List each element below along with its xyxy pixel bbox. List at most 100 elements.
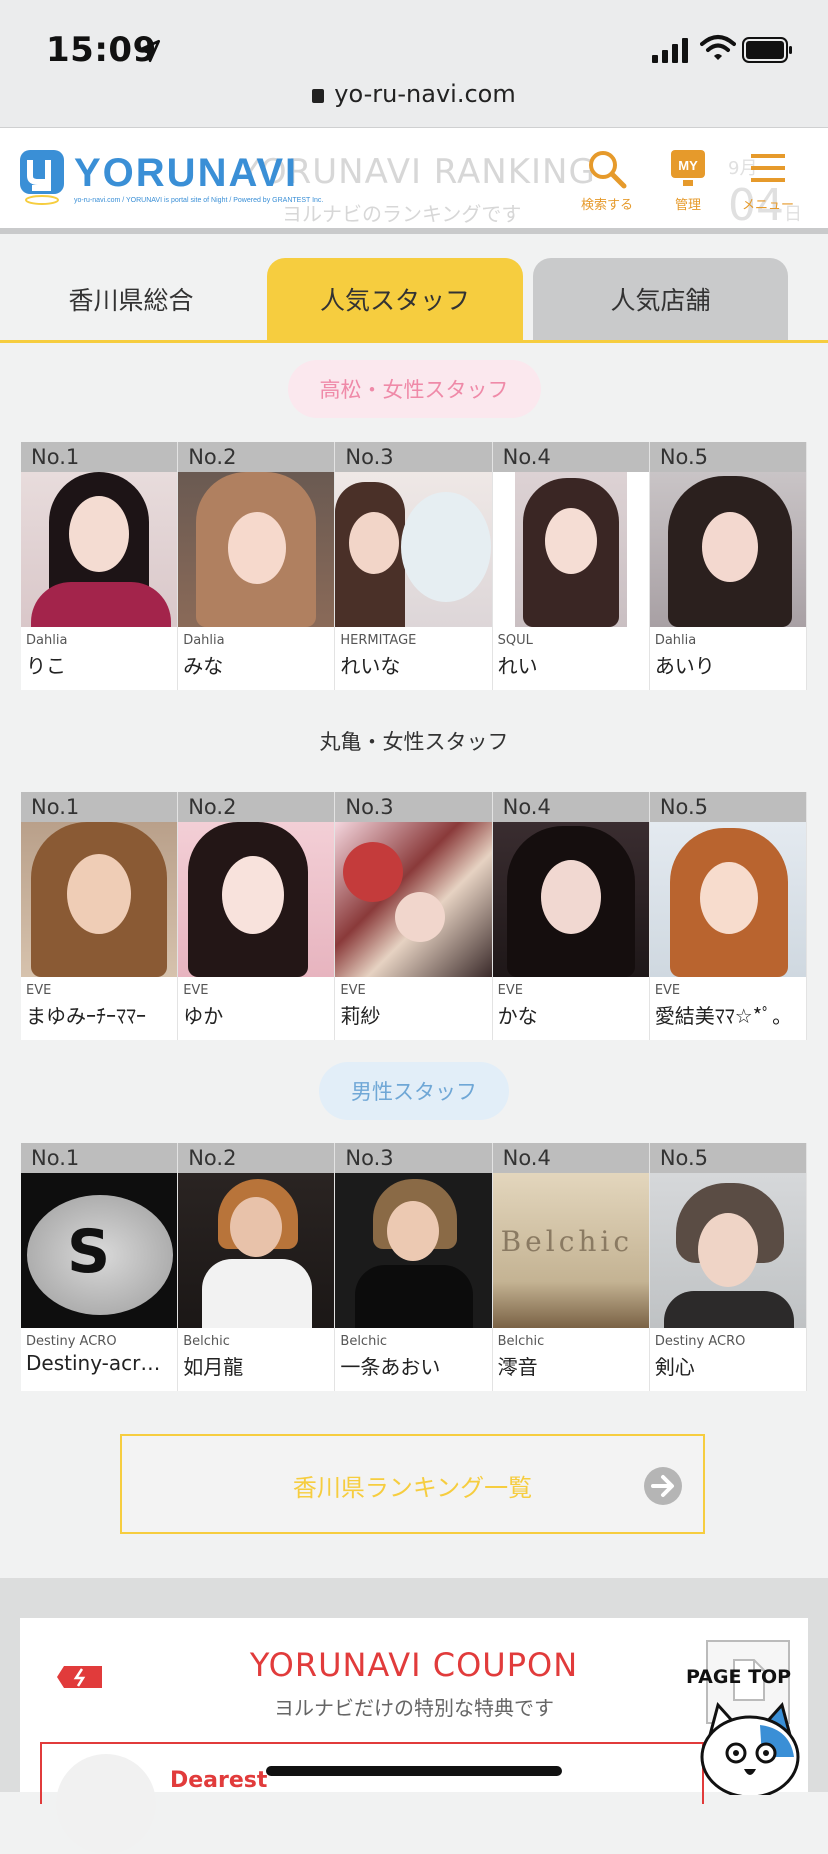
shop-name: SQUL [497, 633, 533, 648]
staff-name: 如月龍 [183, 1355, 244, 1379]
ranking-tabs: 香川県総合 人気スタッフ 人気店舗 [0, 258, 828, 343]
rank-label: No.1 [21, 792, 178, 822]
yorunavi-logo[interactable]: YORUNAVI yo-ru-navi.com / YORUNAVI is po… [18, 146, 363, 206]
staff-photo [178, 472, 335, 627]
staff-photo [335, 1173, 492, 1328]
staff-card[interactable]: No.2 Belchic 如月龍 [178, 1143, 336, 1391]
staff-photo [649, 1173, 807, 1328]
section-title-takamatsu: 高松・女性スタッフ [0, 360, 828, 418]
manage-button[interactable]: MY 管理 [653, 148, 723, 213]
menu-button-label: メニュー [741, 198, 794, 213]
menu-button[interactable]: メニュー [733, 148, 803, 213]
address-bar[interactable]: yo-ru-navi.com [0, 80, 828, 108]
wifi-icon [700, 35, 736, 60]
staff-name: りこ [26, 654, 66, 678]
staff-photo [492, 822, 649, 977]
tab-popular-shops[interactable]: 人気店舗 [533, 258, 788, 340]
staff-name: 一条あおい [340, 1355, 441, 1379]
cellular-signal-icon [652, 38, 688, 63]
rank-label: No.5 [649, 792, 807, 822]
staff-name: 愛結美ﾏﾏ☆*ﾟ。 [654, 1004, 793, 1028]
staff-card[interactable]: No.3 EVE 莉紗 [335, 792, 493, 1040]
kagawa-ranking-list-button[interactable]: 香川県ランキング一覧 [120, 1434, 705, 1534]
search-button[interactable]: 検索する [572, 148, 642, 213]
tab-popular-staff[interactable]: 人気スタッフ [267, 258, 523, 340]
shop-name: EVE [26, 983, 52, 998]
staff-photo: Belchic [492, 1173, 649, 1328]
section-title-marugame: 丸亀・女性スタッフ [0, 712, 828, 770]
staff-name: れいな [340, 654, 401, 678]
staff-photo [649, 472, 807, 627]
shop-name: EVE [497, 983, 523, 998]
staff-card[interactable]: No.3 Belchic 一条あおい [335, 1143, 493, 1391]
staff-name: みな [183, 654, 224, 678]
section-title-male-staff-text: 男性スタッフ [319, 1062, 509, 1120]
staff-name: 剣心 [654, 1355, 695, 1379]
tab-kagawa-overall[interactable]: 香川県総合 [0, 258, 262, 340]
rank-label: No.4 [492, 442, 649, 472]
lock-icon [312, 89, 325, 103]
staff-card[interactable]: No.1 Dahlia りこ [21, 442, 179, 690]
shop-name: Destiny ACRO [654, 1334, 746, 1349]
staff-card[interactable]: No.2 EVE ゆか [178, 792, 336, 1040]
staff-name: かな [497, 1004, 538, 1028]
search-button-label: 検索する [580, 198, 633, 213]
staff-photo [178, 1173, 335, 1328]
staff-photo [335, 472, 492, 627]
staff-card[interactable]: No.4 Belchic Belchic 澪音 [492, 1143, 650, 1391]
staff-card[interactable]: No.5 Dahlia あいり [649, 442, 808, 690]
my-badge-text: MY [678, 158, 698, 173]
shop-name: Destiny ACRO [26, 1334, 117, 1349]
staff-photo [649, 822, 807, 977]
shop-name: Dahlia [26, 633, 68, 648]
coupon-shop-avatar [56, 1754, 156, 1854]
cap-letter: S [67, 1217, 111, 1287]
rank-label: No.3 [335, 1143, 492, 1173]
staff-photo [178, 822, 335, 977]
shop-name: Dahlia [654, 633, 697, 648]
shop-name: Belchic [497, 1334, 545, 1349]
staff-name: 澪音 [497, 1355, 538, 1379]
logo-wordmark: YORUNAVI [74, 151, 298, 195]
shop-name: Belchic [340, 1334, 388, 1349]
battery-icon [742, 37, 792, 63]
arrow-right-circle-icon [644, 1467, 682, 1505]
my-page-icon: MY [671, 150, 705, 186]
staff-photo [492, 472, 649, 627]
kagawa-ranking-list-label: 香川県ランキング一覧 [292, 1474, 533, 1502]
staff-card[interactable]: No.3 HERMITAGE れいな [335, 442, 493, 690]
staff-name: まゆみｰﾁｰﾏﾏｰ [26, 1004, 146, 1028]
rank-label: No.4 [492, 792, 649, 822]
staff-card[interactable]: No.1 S Destiny ACRO Destiny-acr… [21, 1143, 179, 1391]
page-top-label[interactable]: PAGE TOP [686, 1666, 791, 1688]
staff-name: 莉紗 [340, 1004, 381, 1028]
staff-card[interactable]: No.2 Dahlia みな [178, 442, 336, 690]
manage-button-label: 管理 [674, 198, 701, 213]
section-title-takamatsu-text: 高松・女性スタッフ [287, 360, 541, 418]
staff-name: れい [497, 654, 538, 678]
ranking-grid-male: No.1 S Destiny ACRO Destiny-acr… No.2 Be… [21, 1143, 808, 1391]
staff-name: ゆか [183, 1004, 224, 1028]
status-bar: 15:09 yo-ru-navi.com [0, 0, 828, 127]
url-text: yo-ru-navi.com [334, 80, 516, 108]
shop-name: EVE [183, 983, 209, 998]
staff-card[interactable]: No.4 EVE かな [492, 792, 650, 1040]
staff-card[interactable]: No.1 EVE まゆみｰﾁｰﾏﾏｰ [21, 792, 179, 1040]
hamburger-menu-icon [751, 154, 785, 182]
page-top-cat-mascot-icon[interactable] [690, 1695, 810, 1795]
staff-card[interactable]: No.5 Destiny ACRO 剣心 [649, 1143, 808, 1391]
logo-tagline: yo-ru-navi.com / YORUNAVI is portal site… [74, 197, 323, 204]
rank-label: No.3 [335, 442, 492, 472]
staff-photo [335, 822, 492, 977]
section-title-marugame-text: 丸亀・女性スタッフ [319, 730, 509, 754]
site-header: YORUNAVI RANKING ヨルナビのランキングです 9月 04日 YOR… [0, 127, 828, 234]
staff-name: あいり [654, 654, 715, 678]
rank-label: No.2 [178, 792, 335, 822]
ranking-grid-marugame: No.1 EVE まゆみｰﾁｰﾏﾏｰ No.2 EVE ゆか No.3 EVE … [21, 792, 808, 1040]
coupon-shop-name[interactable]: Dearest [170, 1768, 267, 1793]
belchic-photo-text: Belchic [500, 1225, 634, 1258]
rank-label: No.2 [178, 1143, 335, 1173]
staff-card[interactable]: No.5 EVE 愛結美ﾏﾏ☆*ﾟ。 [649, 792, 808, 1040]
home-indicator[interactable] [266, 1766, 562, 1776]
staff-card[interactable]: No.4 SQUL れい [492, 442, 650, 690]
